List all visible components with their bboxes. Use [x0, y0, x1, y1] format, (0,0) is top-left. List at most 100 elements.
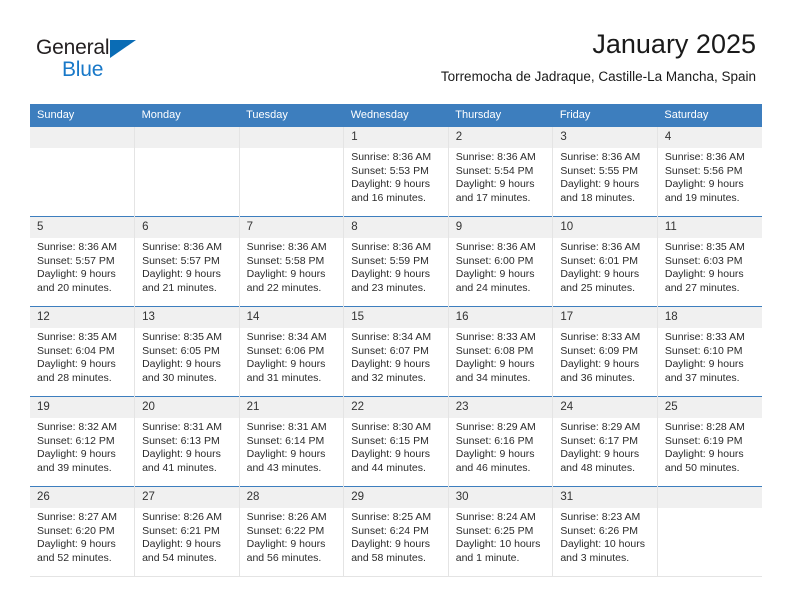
calendar-cell-day[interactable]: 24 Sunrise: 8:29 AM Sunset: 6:17 PM Dayligh…	[552, 396, 658, 487]
day-detail-line: and 50 minutes.	[664, 461, 740, 474]
day-detail-line: Daylight: 9 hours	[246, 358, 326, 371]
day-number: 4	[657, 127, 762, 148]
calendar-cell-day[interactable]: 7 Sunrise: 8:36 AM Sunset: 5:58 PM Daylight…	[238, 216, 344, 307]
day-detail-line: Sunrise: 8:30 AM	[351, 421, 432, 433]
day-detail-line: Sunset: 6:00 PM	[455, 254, 534, 267]
day-details: Sunrise: 8:23 AM Sunset: 6:26 PM Daylight:…	[553, 508, 657, 565]
day-detail-line: Sunrise: 8:36 AM	[455, 241, 536, 253]
day-detail-line: Sunrise: 8:34 AM	[246, 331, 327, 343]
calendar-cell-day[interactable]: 15 Sunrise: 8:34 AM Sunset: 6:07 PM Dayligh…	[343, 306, 449, 397]
day-number	[135, 127, 239, 148]
weekday-header-monday: Monday	[134, 104, 240, 127]
day-number: 25	[657, 397, 762, 418]
calendar-cell-day[interactable]: 25 Sunrise: 8:28 AM Sunset: 6:19 PM Dayligh…	[656, 396, 762, 487]
day-detail-line: Sunset: 6:16 PM	[455, 434, 534, 447]
calendar-cell-day[interactable]: 29 Sunrise: 8:25 AM Sunset: 6:24 PM Dayligh…	[343, 486, 449, 577]
weekday-header-wednesday: Wednesday	[343, 104, 449, 127]
day-detail-line: Sunrise: 8:36 AM	[664, 151, 745, 163]
calendar-cell-empty	[134, 126, 240, 217]
calendar-cell-day[interactable]: 31 Sunrise: 8:23 AM Sunset: 6:26 PM Dayligh…	[552, 486, 658, 577]
day-detail-line: Sunrise: 8:24 AM	[455, 511, 536, 523]
calendar-cell-day[interactable]: 23 Sunrise: 8:29 AM Sunset: 6:16 PM Dayligh…	[447, 396, 553, 487]
calendar-cell-day[interactable]: 27 Sunrise: 8:26 AM Sunset: 6:21 PM Dayligh…	[134, 486, 240, 577]
day-detail-line: and 58 minutes.	[351, 551, 426, 564]
day-detail-line: and 22 minutes.	[246, 281, 322, 294]
calendar-cell-day[interactable]: 20 Sunrise: 8:31 AM Sunset: 6:13 PM Dayligh…	[134, 396, 240, 487]
day-details: Sunrise: 8:34 AM Sunset: 6:07 PM Daylight:…	[344, 328, 448, 385]
day-detail-line: Sunrise: 8:35 AM	[664, 241, 745, 253]
calendar-cell-day[interactable]: 22 Sunrise: 8:30 AM Sunset: 6:15 PM Dayligh…	[343, 396, 449, 487]
day-detail-line: Sunset: 5:57 PM	[142, 254, 220, 267]
day-detail-line: Sunrise: 8:31 AM	[246, 421, 327, 433]
day-detail-line: Daylight: 9 hours	[664, 448, 744, 461]
day-number: 1	[344, 127, 448, 148]
day-detail-line: Sunrise: 8:28 AM	[664, 421, 745, 433]
day-number: 16	[448, 307, 553, 328]
day-detail-line: Daylight: 9 hours	[142, 268, 221, 281]
day-detail-line: Sunset: 5:54 PM	[455, 164, 534, 177]
calendar-cell-day[interactable]: 2 Sunrise: 8:36 AM Sunset: 5:54 PM Daylight…	[447, 126, 553, 217]
day-detail-line: Sunrise: 8:35 AM	[142, 331, 223, 343]
day-detail-line: Sunrise: 8:34 AM	[351, 331, 432, 343]
calendar-cell-day[interactable]: 16 Sunrise: 8:33 AM Sunset: 6:08 PM Dayligh…	[447, 306, 553, 397]
day-details: Sunrise: 8:36 AM Sunset: 5:57 PM Daylight:…	[135, 238, 239, 295]
day-details: Sunrise: 8:33 AM Sunset: 6:08 PM Daylight:…	[449, 328, 553, 385]
day-detail-line: Sunset: 6:01 PM	[560, 254, 638, 267]
calendar-cell-day[interactable]: 30 Sunrise: 8:24 AM Sunset: 6:25 PM Dayligh…	[447, 486, 553, 577]
calendar-week-row: 12 Sunrise: 8:35 AM Sunset: 6:04 PM Dayligh…	[30, 306, 762, 397]
day-detail-line: Sunset: 6:14 PM	[246, 434, 325, 447]
day-number: 6	[135, 217, 239, 238]
day-detail-line: and 24 minutes.	[455, 281, 531, 294]
day-detail-line: and 18 minutes.	[560, 191, 636, 204]
day-details: Sunrise: 8:26 AM Sunset: 6:21 PM Daylight:…	[135, 508, 239, 565]
general-blue-logo[interactable]: General Blue	[36, 36, 156, 84]
day-detail-line: Sunrise: 8:31 AM	[142, 421, 223, 433]
day-detail-line: and 44 minutes.	[351, 461, 426, 474]
day-number: 23	[448, 397, 553, 418]
calendar-cell-day[interactable]: 13 Sunrise: 8:35 AM Sunset: 6:05 PM Dayligh…	[134, 306, 240, 397]
day-detail-line: and 16 minutes.	[351, 191, 426, 204]
calendar-cell-day[interactable]: 10 Sunrise: 8:36 AM Sunset: 6:01 PM Dayligh…	[552, 216, 658, 307]
calendar-cell-day[interactable]: 3 Sunrise: 8:36 AM Sunset: 5:55 PM Daylight…	[552, 126, 658, 217]
day-detail-line: Sunset: 6:20 PM	[37, 524, 115, 537]
day-details: Sunrise: 8:33 AM Sunset: 6:10 PM Daylight:…	[658, 328, 762, 385]
calendar-cell-day[interactable]: 8 Sunrise: 8:36 AM Sunset: 5:59 PM Daylight…	[343, 216, 449, 307]
day-detail-line: Daylight: 10 hours	[455, 538, 541, 551]
day-details: Sunrise: 8:35 AM Sunset: 6:04 PM Daylight:…	[30, 328, 134, 385]
day-detail-line: and 17 minutes.	[455, 191, 531, 204]
day-detail-line: Sunset: 5:56 PM	[664, 164, 743, 177]
calendar-cell-day[interactable]: 17 Sunrise: 8:33 AM Sunset: 6:09 PM Dayligh…	[552, 306, 658, 397]
day-details: Sunrise: 8:36 AM Sunset: 5:53 PM Daylight:…	[344, 148, 448, 205]
calendar-cell-day[interactable]: 21 Sunrise: 8:31 AM Sunset: 6:14 PM Dayligh…	[238, 396, 344, 487]
day-number: 3	[553, 127, 657, 148]
calendar-cell-day[interactable]: 6 Sunrise: 8:36 AM Sunset: 5:57 PM Daylight…	[134, 216, 240, 307]
calendar-cell-day[interactable]: 26 Sunrise: 8:27 AM Sunset: 6:20 PM Dayligh…	[30, 486, 135, 577]
calendar-cell-day[interactable]: 5 Sunrise: 8:36 AM Sunset: 5:57 PM Daylight…	[30, 216, 135, 307]
day-number: 13	[135, 307, 239, 328]
calendar-week-row: 26 Sunrise: 8:27 AM Sunset: 6:20 PM Dayligh…	[30, 486, 762, 577]
page-title: January 2025	[592, 29, 756, 59]
calendar-cell-day[interactable]: 1 Sunrise: 8:36 AM Sunset: 5:53 PM Daylight…	[343, 126, 449, 217]
day-detail-line: Sunrise: 8:29 AM	[455, 421, 536, 433]
day-detail-line: Sunrise: 8:27 AM	[37, 511, 117, 523]
day-detail-line: Sunset: 6:05 PM	[142, 344, 220, 357]
calendar-cell-day[interactable]: 4 Sunrise: 8:36 AM Sunset: 5:56 PM Daylight…	[656, 126, 762, 217]
calendar-cell-day[interactable]: 18 Sunrise: 8:33 AM Sunset: 6:10 PM Dayligh…	[656, 306, 762, 397]
calendar-cell-day[interactable]: 9 Sunrise: 8:36 AM Sunset: 6:00 PM Daylight…	[447, 216, 553, 307]
day-number: 31	[553, 487, 657, 508]
day-detail-line: Daylight: 9 hours	[351, 268, 430, 281]
weekday-header-sunday: Sunday	[30, 104, 135, 127]
calendar-cell-day[interactable]: 19 Sunrise: 8:32 AM Sunset: 6:12 PM Dayligh…	[30, 396, 135, 487]
day-details	[658, 508, 762, 511]
calendar-cell-day[interactable]: 14 Sunrise: 8:34 AM Sunset: 6:06 PM Dayligh…	[238, 306, 344, 397]
day-details: Sunrise: 8:36 AM Sunset: 6:00 PM Daylight:…	[449, 238, 553, 295]
calendar-cell-day[interactable]: 28 Sunrise: 8:26 AM Sunset: 6:22 PM Dayligh…	[238, 486, 344, 577]
day-detail-line: Sunrise: 8:33 AM	[560, 331, 641, 343]
calendar-cell-day[interactable]: 11 Sunrise: 8:35 AM Sunset: 6:03 PM Dayligh…	[656, 216, 762, 307]
day-details: Sunrise: 8:36 AM Sunset: 5:54 PM Daylight:…	[449, 148, 553, 205]
day-detail-line: Daylight: 9 hours	[455, 448, 535, 461]
day-detail-line: Daylight: 9 hours	[246, 268, 326, 281]
day-details: Sunrise: 8:33 AM Sunset: 6:09 PM Daylight:…	[553, 328, 657, 385]
day-detail-line: Sunset: 5:57 PM	[37, 254, 115, 267]
calendar-cell-day[interactable]: 12 Sunrise: 8:35 AM Sunset: 6:04 PM Dayligh…	[30, 306, 135, 397]
